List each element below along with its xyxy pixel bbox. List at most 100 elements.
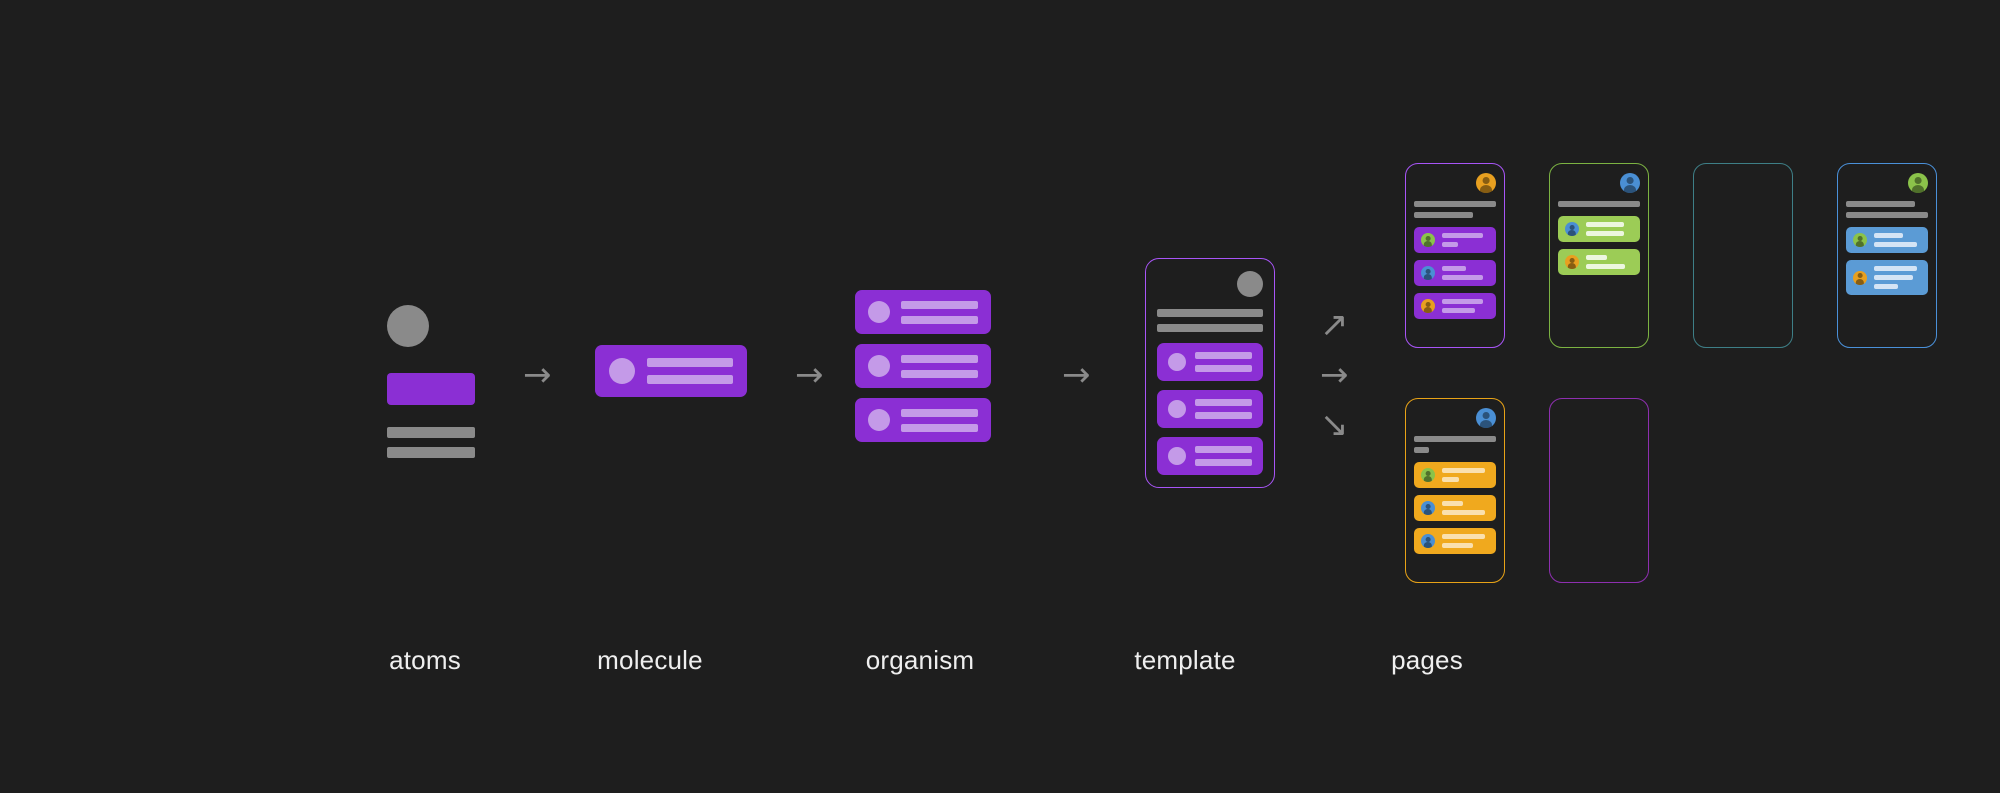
user-avatar-icon[interactable] <box>1620 173 1640 193</box>
page-header-lines <box>1414 436 1496 453</box>
molecule-avatar-circle <box>609 358 635 384</box>
template-header <box>1157 271 1263 305</box>
page-card-teal-empty[interactable] <box>1693 163 1793 348</box>
user-avatar-icon[interactable] <box>1853 270 1867 285</box>
page-row-line <box>1586 255 1607 260</box>
stage-atoms: atoms <box>330 0 520 793</box>
page-row[interactable] <box>1846 227 1928 253</box>
atoms-visual <box>387 305 475 458</box>
page-header-lines <box>1846 201 1928 218</box>
page-card-green[interactable] <box>1549 163 1649 348</box>
page-card-orange[interactable] <box>1405 398 1505 583</box>
user-avatar-icon[interactable] <box>1421 266 1435 280</box>
user-avatar-icon[interactable] <box>1421 534 1435 548</box>
organism-text-line <box>901 369 978 378</box>
organism-row <box>855 344 991 388</box>
stage-label-organism: organism <box>865 645 975 675</box>
user-avatar-icon[interactable] <box>1908 173 1928 193</box>
user-avatar-icon[interactable] <box>1565 222 1579 236</box>
molecule-text-line <box>647 375 733 384</box>
stage-label-template: template <box>1134 645 1236 675</box>
user-avatar-icon[interactable] <box>1421 501 1435 515</box>
page-header <box>1846 173 1928 199</box>
user-avatar-icon[interactable] <box>1476 408 1496 428</box>
page-text-line <box>1558 201 1640 207</box>
page-row[interactable] <box>1414 462 1496 488</box>
page-rows <box>1558 216 1640 275</box>
page-row-line <box>1442 233 1484 238</box>
organism-text-line <box>901 315 978 324</box>
template-header-lines <box>1157 309 1263 332</box>
page-row[interactable] <box>1414 293 1496 319</box>
page-row[interactable] <box>1558 216 1640 242</box>
page-row[interactable] <box>1414 227 1496 253</box>
template-row-line <box>1195 352 1252 359</box>
page-row-line <box>1442 477 1459 482</box>
template-avatar-circle <box>1237 271 1263 297</box>
stage-template: template <box>1060 0 1310 793</box>
template-row-line <box>1195 365 1252 372</box>
template-row-line <box>1195 399 1252 406</box>
page-card-purple[interactable] <box>1405 163 1505 348</box>
page-row[interactable] <box>1414 495 1496 521</box>
organism-visual <box>855 290 991 442</box>
organism-text-line <box>901 423 978 432</box>
template-row-line <box>1195 412 1252 419</box>
stage-molecule: molecule <box>525 0 775 793</box>
atom-button <box>387 373 475 405</box>
user-avatar-icon[interactable] <box>1565 255 1579 269</box>
page-row[interactable] <box>1414 528 1496 554</box>
page-row-line <box>1442 242 1459 247</box>
page-row-line <box>1442 534 1486 539</box>
page-text-line <box>1414 436 1496 442</box>
molecule-text-lines <box>647 358 733 384</box>
page-rows <box>1414 462 1496 554</box>
page-row-line <box>1442 501 1463 506</box>
page-row-lines <box>1442 233 1489 247</box>
user-avatar-icon[interactable] <box>1476 173 1496 193</box>
template-row <box>1157 390 1263 428</box>
page-rows <box>1846 227 1928 295</box>
stage-label-pages: pages <box>1391 645 1463 675</box>
user-avatar-icon[interactable] <box>1421 299 1435 313</box>
page-row[interactable] <box>1558 249 1640 275</box>
user-avatar-icon[interactable] <box>1853 233 1867 247</box>
stage-label-molecule: molecule <box>597 645 703 675</box>
user-avatar-icon[interactable] <box>1421 233 1435 247</box>
page-row-line <box>1586 222 1624 227</box>
pages-grid <box>1405 163 1959 611</box>
organism-avatar-circle <box>868 355 890 377</box>
organism-text-line <box>901 408 978 417</box>
page-row-line <box>1874 233 1904 238</box>
page-row-lines <box>1586 255 1633 269</box>
stage-label-atoms: atoms <box>389 645 461 675</box>
template-text-line <box>1157 309 1263 317</box>
page-row-line <box>1874 284 1898 289</box>
page-row-lines <box>1586 222 1633 236</box>
page-row[interactable] <box>1846 260 1928 295</box>
user-avatar-icon[interactable] <box>1421 468 1435 482</box>
template-row-avatar <box>1168 353 1186 371</box>
page-row[interactable] <box>1414 260 1496 286</box>
page-text-line <box>1414 201 1496 207</box>
page-card-violet-empty[interactable] <box>1549 398 1649 583</box>
organism-text-lines <box>901 408 978 432</box>
template-row-lines <box>1195 446 1252 466</box>
page-header-lines <box>1414 201 1496 218</box>
atomic-design-diagram: atoms → molecule → organism → template ↗… <box>0 0 2000 793</box>
page-header <box>1558 173 1640 199</box>
page-card-blue[interactable] <box>1837 163 1937 348</box>
page-row-line <box>1442 510 1486 515</box>
organism-text-line <box>901 354 978 363</box>
atom-text-line <box>387 427 475 438</box>
page-text-line <box>1414 212 1474 218</box>
template-row-lines <box>1195 352 1252 372</box>
page-row-line <box>1874 275 1913 280</box>
page-row-line <box>1442 543 1474 548</box>
page-row-line <box>1442 468 1486 473</box>
page-row-line <box>1586 231 1624 236</box>
page-text-line <box>1846 212 1928 218</box>
page-row-lines <box>1442 501 1489 515</box>
page-text-line <box>1414 447 1429 453</box>
page-row-line <box>1874 266 1918 271</box>
